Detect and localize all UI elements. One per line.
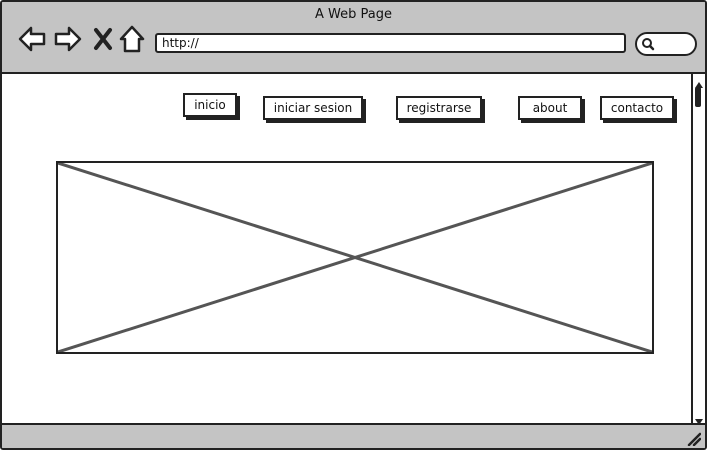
page-content: inicio iniciar sesion registrarse about … [2,74,691,423]
back-arrow-icon[interactable] [17,24,47,54]
nav-button-about[interactable]: about [518,96,582,120]
home-icon[interactable] [118,24,148,54]
scroll-up-icon[interactable] [694,75,704,88]
nav-button-iniciar-sesion[interactable]: iniciar sesion [263,96,363,120]
nav-button-inicio[interactable]: inicio [183,93,237,117]
image-placeholder [56,161,654,354]
resize-grip-icon[interactable] [687,432,701,446]
scroll-thumb[interactable] [695,87,701,107]
search-icon [642,38,655,51]
search-input[interactable] [635,32,697,56]
nav-button-registrarse[interactable]: registrarse [396,96,482,120]
browser-window: A Web Page http:// inicio iniciar sesion… [0,0,707,450]
address-bar[interactable]: http:// [155,33,626,53]
window-title: A Web Page [315,7,392,22]
scroll-down-icon[interactable] [694,412,704,425]
nav-button-contacto[interactable]: contacto [600,96,674,120]
forward-arrow-icon[interactable] [53,24,83,54]
title-bar: A Web Page http:// [2,2,705,74]
vertical-scrollbar[interactable] [691,74,705,425]
image-placeholder-cross [58,163,652,352]
status-bar [2,423,705,448]
